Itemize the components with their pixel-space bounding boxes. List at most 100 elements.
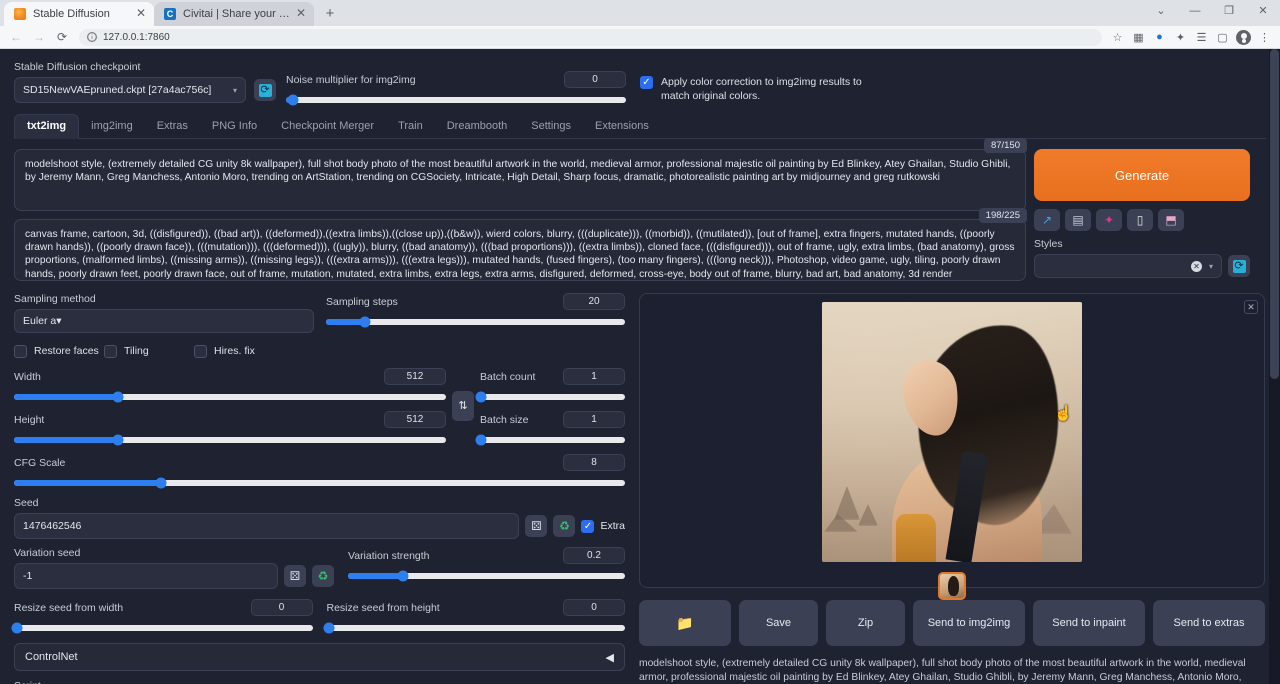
width-height-fields: Width 512 Height [14,368,446,443]
send-to-extras-button[interactable]: Send to extras [1153,600,1265,646]
tab-checkpoint-merger[interactable]: Checkpoint Merger [269,115,386,138]
maximize-icon[interactable]: ❐ [1212,0,1246,22]
positive-prompt-input[interactable]: 87/150 modelshoot style, (extremely deta… [14,149,1026,211]
extension-puzzle-icon[interactable]: ✦ [1171,28,1190,47]
negative-token-counter: 198/225 [979,208,1027,223]
arrow-up-icon-button[interactable]: ↗ [1034,209,1060,231]
back-arrow-icon[interactable]: ← [6,27,26,47]
tab-dreambooth[interactable]: Dreambooth [435,115,520,138]
refresh-styles-button[interactable] [1228,255,1250,277]
send-to-inpaint-button[interactable]: Send to inpaint [1033,600,1145,646]
browser-tab-stable-diffusion[interactable]: Stable Diffusion ✕ [4,2,154,26]
scrollbar-thumb[interactable] [1270,49,1279,379]
tiling-option[interactable]: Tiling [104,344,194,358]
open-folder-button[interactable]: 📁 [639,600,731,646]
tab-img2img[interactable]: img2img [79,115,145,138]
clear-icon[interactable]: ✕ [1191,261,1202,272]
reload-icon[interactable]: ⟳ [52,27,72,47]
tab-search-chevron-down-icon[interactable]: ⌄ [1144,0,1178,22]
reuse-variation-seed-button[interactable]: ♻ [312,565,334,587]
address-bar[interactable]: ⓘ 127.0.0.1:7860 [79,29,1102,46]
controlnet-accordion[interactable]: ControlNet ◀ [14,643,625,671]
width-slider[interactable] [14,394,446,400]
noise-multiplier-value[interactable]: 0 [564,71,626,88]
profile-avatar-icon[interactable] [1234,28,1253,47]
tab-settings[interactable]: Settings [519,115,583,138]
tab-png-info[interactable]: PNG Info [200,115,269,138]
forward-arrow-icon[interactable]: → [29,27,49,47]
noise-multiplier-slider[interactable] [286,97,626,103]
variation-strength-slider[interactable] [348,573,625,579]
cfg-scale-value[interactable]: 8 [563,454,625,471]
trash-icon-button[interactable]: ▤ [1065,209,1091,231]
top-settings-row: Stable Diffusion checkpoint SD15NewVAEpr… [14,57,1266,103]
playlist-icon[interactable]: ☰ [1192,28,1211,47]
generated-image[interactable]: ☝ [822,302,1082,562]
tiling-checkbox[interactable] [104,345,117,358]
close-icon[interactable]: ✕ [294,7,308,21]
resize-seed-height-value[interactable]: 0 [563,599,625,616]
extra-seed-option[interactable]: Extra [581,519,625,533]
tab-txt2img[interactable]: txt2img [14,114,79,139]
palette-icon-button[interactable]: ✦ [1096,209,1122,231]
extra-checkbox[interactable] [581,520,594,533]
variation-strength-value[interactable]: 0.2 [563,547,625,564]
checkpoint-select[interactable]: SD15NewVAEpruned.ckpt [27a4ac756c] ▾ [14,77,246,103]
zip-button[interactable]: Zip [826,600,905,646]
tab-train[interactable]: Train [386,115,435,138]
send-to-img2img-button[interactable]: Send to img2img [913,600,1025,646]
close-icon[interactable]: ✕ [1244,300,1258,314]
tab-extensions[interactable]: Extensions [583,115,661,138]
batch-count-slider[interactable] [480,394,625,400]
height-value[interactable]: 512 [384,411,446,428]
reuse-seed-button[interactable]: ♻ [553,515,575,537]
hires-fix-label: Hires. fix [214,345,255,357]
generate-button[interactable]: Generate [1034,149,1250,201]
media-router-icon[interactable]: ▦ [1129,28,1148,47]
image-thumbnail[interactable] [938,572,966,600]
hires-fix-option[interactable]: Hires. fix [194,344,284,358]
resize-seed-height-slider[interactable] [327,625,626,631]
resize-seed-width-slider[interactable] [14,625,313,631]
close-window-icon[interactable]: ✕ [1246,0,1280,22]
sampling-steps-value[interactable]: 20 [563,293,625,310]
sampling-method-select[interactable]: Euler a ▾ [14,309,314,333]
styles-select[interactable]: ✕ ▾ [1034,254,1222,278]
new-tab-button[interactable]: + [319,3,341,25]
browser-tab-civitai[interactable]: C Civitai | Share your models ✕ [154,2,314,26]
output-panel-wrapper: ✕ [639,293,1265,684]
variation-strength-label: Variation strength [348,550,430,562]
randomize-variation-seed-button[interactable]: ⚄ [284,565,306,587]
site-info-icon[interactable]: ⓘ [87,32,97,42]
save-button[interactable]: Save [739,600,818,646]
batch-size-slider[interactable] [480,437,625,443]
refresh-checkpoints-button[interactable] [254,79,276,101]
restore-faces-option[interactable]: Restore faces [14,344,104,358]
negative-prompt-input[interactable]: 198/225 canvas frame, cartoon, 3d, ((dis… [14,219,1026,281]
variation-seed-input[interactable]: -1 [14,563,278,589]
hires-fix-checkbox[interactable] [194,345,207,358]
clipboard-icon-button[interactable]: ▯ [1127,209,1153,231]
color-correction-checkbox[interactable] [640,76,653,89]
batch-count-value[interactable]: 1 [563,368,625,385]
positive-prompt-text: modelshoot style, (extremely detailed CG… [25,159,1010,183]
restore-faces-checkbox[interactable] [14,345,27,358]
sidebar-icon[interactable]: ▢ [1213,28,1232,47]
save-style-icon-button[interactable]: ⬒ [1158,209,1184,231]
tab-extras[interactable]: Extras [145,115,200,138]
bookmark-star-icon[interactable]: ☆ [1108,28,1127,47]
minimize-icon[interactable]: — [1178,0,1212,22]
sampling-steps-slider[interactable] [326,319,625,325]
randomize-seed-button[interactable]: ⚄ [525,515,547,537]
width-value[interactable]: 512 [384,368,446,385]
height-slider[interactable] [14,437,446,443]
kebab-menu-icon[interactable]: ⋮ [1255,28,1274,47]
seed-input[interactable]: 1476462546 [14,513,519,539]
cfg-scale-slider[interactable] [14,480,625,486]
page-scrollbar[interactable] [1269,49,1280,684]
resize-seed-width-value[interactable]: 0 [251,599,313,616]
close-icon[interactable]: ✕ [134,7,148,21]
extension-active-icon[interactable]: ● [1150,28,1169,47]
batch-size-value[interactable]: 1 [563,411,625,428]
swap-dimensions-button[interactable]: ⇅ [452,391,474,421]
